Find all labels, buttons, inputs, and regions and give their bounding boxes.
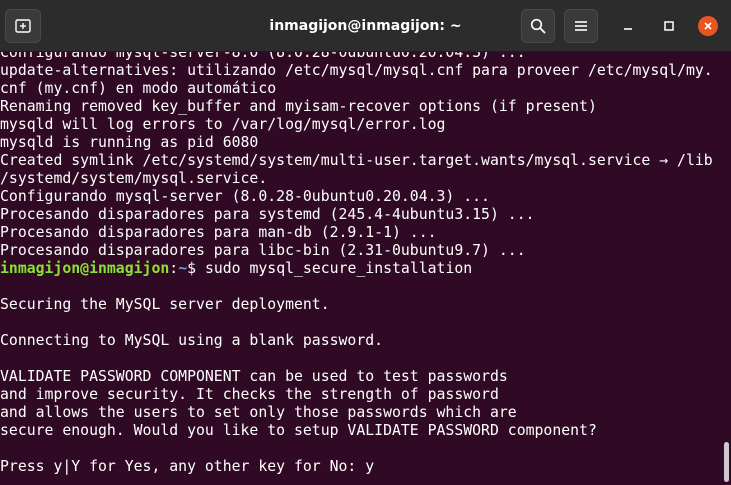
header-bar: inmagijon@inmagijon: ~ [0, 0, 731, 52]
prompt-path: ~ [178, 260, 188, 277]
new-tab-button[interactable] [5, 9, 41, 43]
input-line[interactable]: Press y|Y for Yes, any other key for No:… [0, 458, 713, 476]
output-line: Renaming removed key_buffer and myisam-r… [0, 98, 597, 115]
vertical-scrollbar[interactable] [722, 52, 731, 485]
scrollbar-thumb[interactable] [724, 442, 729, 482]
output-line: Procesando disparadores para man-db (2.9… [0, 224, 437, 241]
output-line: cnf (my.cnf) en modo automático [0, 80, 277, 97]
output-line: Configurando mysql-server (8.0.28-0ubunt… [0, 188, 490, 205]
output-line: Securing the MySQL server deployment. [0, 296, 330, 313]
output-line: VALIDATE PASSWORD COMPONENT can be used … [0, 368, 508, 385]
output-line: Created symlink /etc/systemd/system/mult… [0, 152, 713, 169]
maximize-button[interactable] [659, 16, 679, 36]
prompt-symbol: $ [187, 260, 205, 277]
output-line: mysqld will log errors to /var/log/mysql… [0, 116, 446, 133]
new-tab-icon [15, 19, 31, 33]
output-line: Configurando mysql-server-8.0 (8.0.28-0u… [0, 52, 526, 61]
output-line: update-alternatives: utilizando /etc/mys… [0, 62, 713, 79]
menu-button[interactable] [564, 9, 598, 43]
output-line: secure enough. Would you like to setup V… [0, 422, 597, 439]
close-button[interactable] [698, 16, 718, 36]
maximize-icon [664, 21, 674, 31]
minimize-icon [624, 28, 632, 30]
prompt-user-host: inmagijon@inmagijon [0, 260, 170, 277]
close-icon [704, 22, 712, 30]
output-line: Procesando disparadores para libc-bin (2… [0, 242, 526, 259]
prompt-separator: : [169, 260, 179, 277]
output-line: and allows the users to set only those p… [0, 404, 517, 421]
terminal-output[interactable]: Configurando mysql-server-8.0 (8.0.28-0u… [0, 52, 722, 485]
output-line: mysqld is running as pid 6080 [0, 134, 259, 151]
minimize-button[interactable] [618, 16, 638, 36]
terminal-lines: Configurando mysql-server-8.0 (8.0.28-0u… [0, 52, 713, 476]
prompt-line: inmagijon@inmagijon:~$ sudo mysql_secure… [0, 260, 713, 278]
output-line: /systemd/system/mysql.service. [0, 170, 268, 187]
prompt-command: sudo mysql_secure_installation [204, 260, 473, 277]
output-line: and improve security. It checks the stre… [0, 386, 499, 403]
output-line: Procesando disparadores para systemd (24… [0, 206, 535, 223]
search-button[interactable] [521, 9, 555, 43]
terminal-window: inmagijon@inmagijon: ~ Configurando mysq… [0, 0, 731, 485]
output-line: Connecting to MySQL using a blank passwo… [0, 332, 384, 349]
hamburger-menu-icon [575, 21, 587, 31]
search-icon [530, 18, 546, 34]
